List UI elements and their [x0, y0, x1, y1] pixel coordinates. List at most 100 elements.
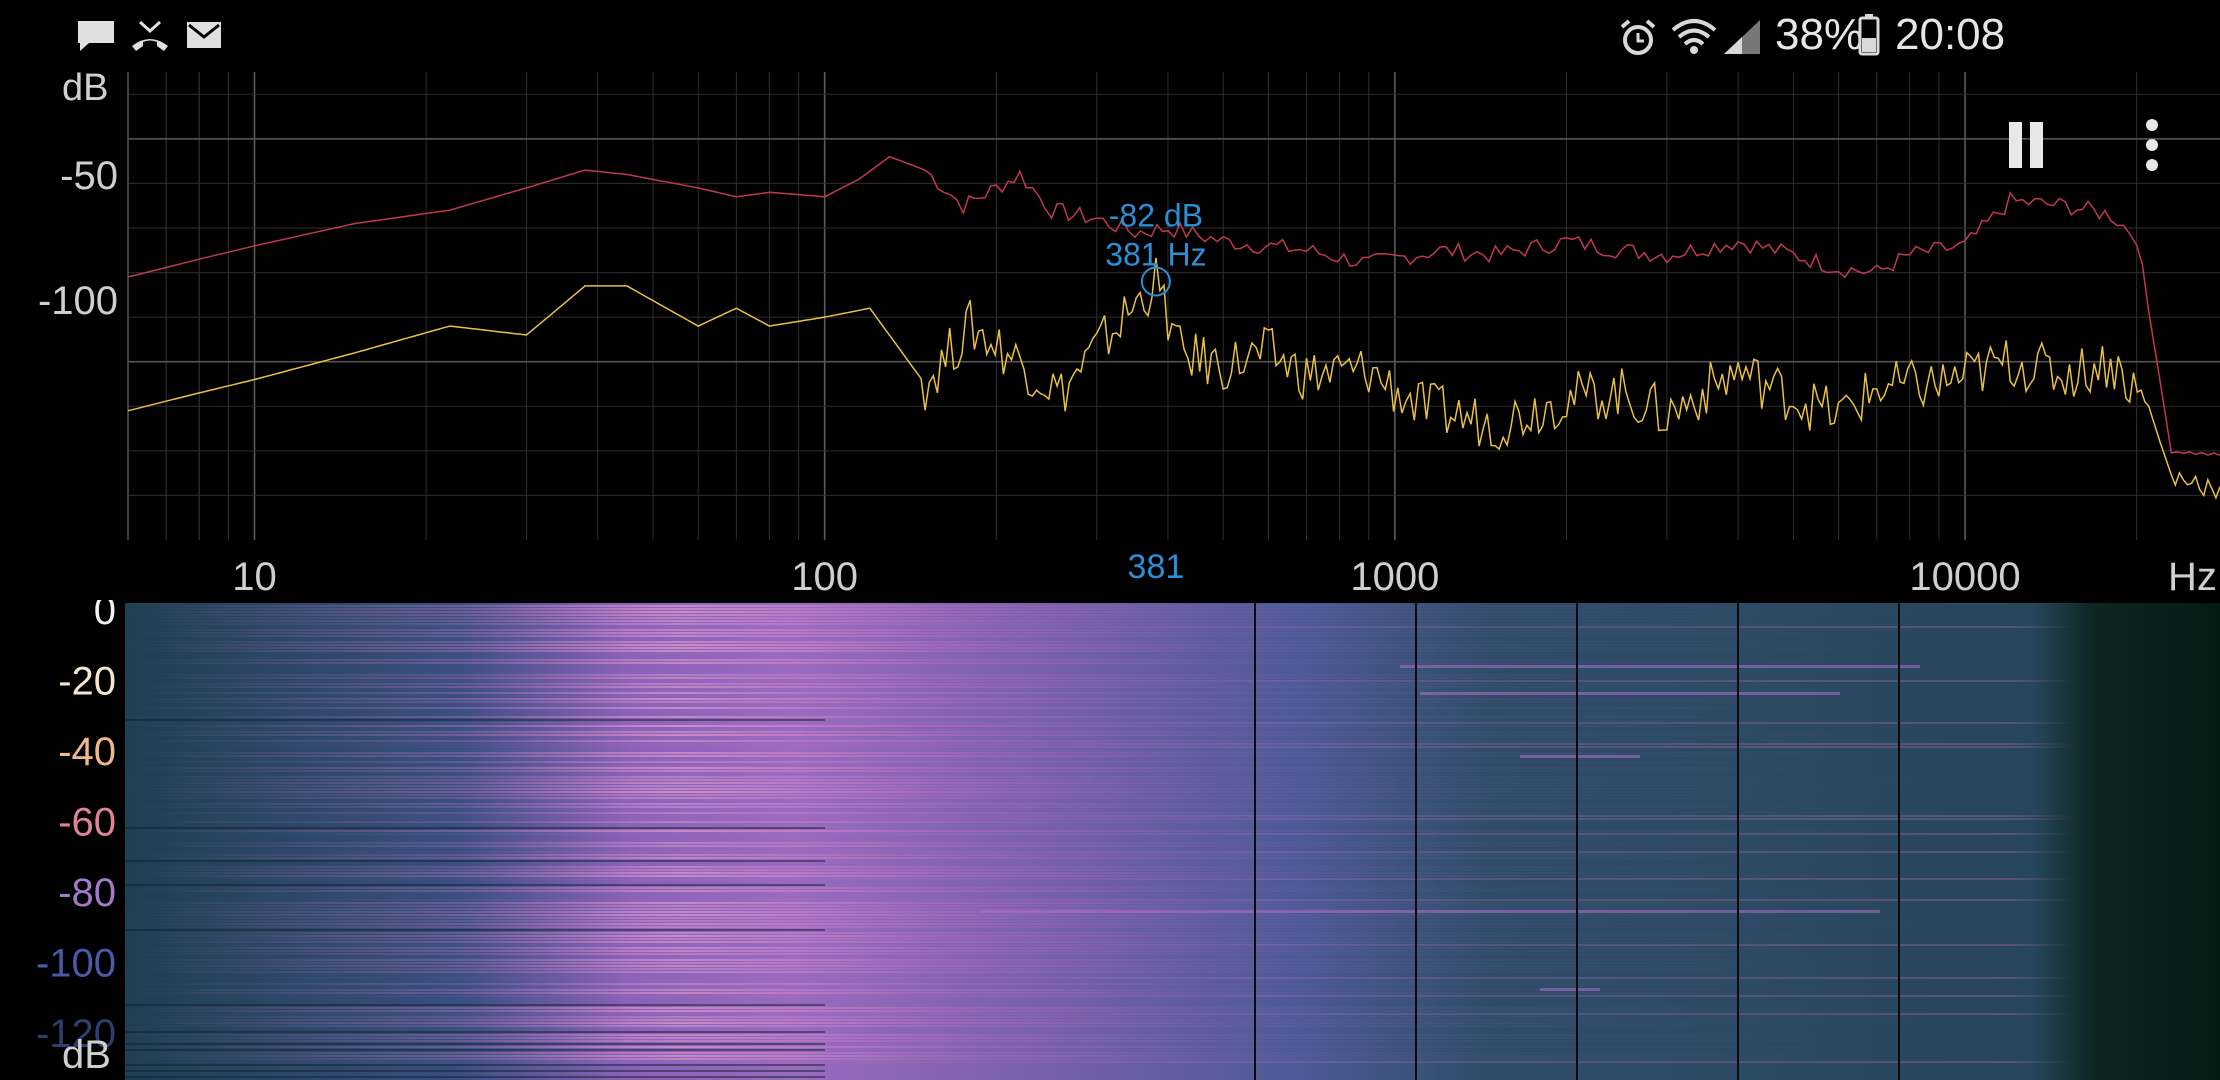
spectrogram-streak	[125, 785, 1965, 787]
spectrogram-streak	[125, 965, 1965, 967]
spectrogram-streak	[125, 716, 1965, 718]
spectrogram-streak	[125, 908, 1965, 910]
cursor-db-label: -82 dB	[1109, 197, 1203, 233]
clock: 20:08	[1895, 10, 2006, 59]
spectrogram-streak	[125, 920, 1965, 922]
spectrogram-streak	[125, 647, 1965, 649]
spectrogram-streak	[125, 845, 1965, 847]
spectrogram-streak	[125, 680, 2220, 682]
spectrogram-streak	[125, 782, 1965, 784]
spectrogram-streak	[125, 725, 1965, 727]
spectrogram-streak	[125, 734, 1965, 736]
spectrogram-streak	[125, 722, 2220, 724]
email-icon	[187, 22, 221, 48]
spectrogram-streak	[125, 947, 1965, 949]
more-options-button[interactable]	[2140, 115, 2166, 175]
spectrogram-streak	[125, 941, 1965, 943]
spectrogram-streak	[125, 614, 1965, 616]
spectrum-chart[interactable]: dB -50 -100 10 100 1000 10000 Hz -82 dB …	[0, 70, 2220, 600]
spectrogram-streak	[125, 866, 1965, 868]
alarm-icon	[1620, 19, 1656, 55]
spectrogram-streak	[125, 860, 825, 862]
missed-call-icon	[132, 20, 168, 51]
spectrogram-streak	[125, 971, 1965, 973]
spectrogram-streak	[125, 611, 1965, 613]
spectrogram-streak	[125, 821, 1965, 823]
spectrogram-streak	[125, 662, 1965, 664]
spectrogram-streak	[125, 830, 1965, 832]
spectrogram-streak	[125, 917, 1965, 919]
spectrogram-streak	[125, 1034, 1965, 1036]
spectrogram-streak	[125, 869, 1965, 871]
spectrogram-streak	[125, 953, 1965, 955]
spectrogram-streak	[125, 1019, 1965, 1021]
grid	[127, 72, 2220, 540]
spectrogram-streak	[125, 1022, 1965, 1024]
spectrogram-streak	[125, 842, 1965, 844]
x-tick-label: 1000	[1350, 555, 1439, 599]
spectrogram-streak	[125, 1070, 825, 1072]
spectrogram-streak	[125, 761, 1965, 763]
spectrogram-streak	[125, 770, 1965, 772]
spectrogram-streak	[125, 677, 1965, 679]
spectrogram-streak	[125, 905, 1965, 907]
spectrogram-streak	[125, 899, 2220, 901]
spectrogram-streak	[125, 620, 1965, 622]
x-tick-label: 10	[232, 555, 277, 599]
spectrogram-streak	[125, 875, 1965, 877]
spectrogram-streak	[125, 686, 1965, 688]
spectrogram-streak	[125, 977, 2220, 979]
spectrogram-tick-label: -40	[58, 730, 116, 774]
spectrogram-streak	[125, 938, 1965, 940]
spectrogram-streak	[125, 929, 825, 931]
spectrogram-streak	[125, 983, 1965, 985]
y-axis-unit: dB	[62, 70, 108, 109]
spectrogram-streak	[125, 1058, 1965, 1060]
spectrogram-streak	[125, 776, 1965, 778]
wifi-icon	[1671, 19, 1717, 54]
spectrogram-streak	[125, 923, 1965, 925]
spectrogram-streak	[125, 833, 2220, 835]
spectrogram-streak	[125, 884, 825, 886]
x-axis-unit: Hz	[2168, 555, 2217, 599]
spectrogram-streak	[125, 1043, 825, 1045]
spectrogram-tick-label: -100	[36, 942, 116, 986]
message-icon	[78, 21, 114, 51]
cursor-marker[interactable]: -82 dB 381 Hz 381	[1105, 197, 1206, 586]
y-tick-label: -50	[60, 154, 118, 198]
spectrogram-streak	[125, 608, 1965, 610]
spectrogram-streak	[125, 1040, 1965, 1042]
spectrogram-streak	[125, 926, 1965, 928]
pause-button[interactable]	[2005, 122, 2047, 168]
spectrogram-streak	[125, 827, 825, 829]
spectrogram-band	[980, 910, 1880, 913]
spectrogram-streak	[125, 659, 1965, 661]
spectrogram-streak	[125, 794, 1965, 796]
spectrogram-streak	[125, 992, 1965, 994]
spectrogram-streak	[125, 803, 1965, 805]
spectrogram-streak	[125, 890, 1965, 892]
spectrogram-streak	[125, 1046, 1965, 1048]
more-vert-icon	[2146, 119, 2158, 131]
spectrogram-streak	[125, 1016, 1965, 1018]
spectrogram-streak	[125, 1031, 825, 1033]
battery-icon	[1858, 14, 1880, 56]
more-vert-icon-dot	[2146, 139, 2158, 151]
spectrogram-streak	[125, 950, 1965, 952]
spectrogram-streak	[125, 1025, 1965, 1027]
live-spectrum-trace	[127, 257, 2220, 500]
spectrogram[interactable]: 0-20-40-60-80-100-120 dB	[0, 600, 2220, 1080]
spectrogram-tick-label: -60	[58, 801, 116, 845]
spectrogram-streak	[125, 989, 1965, 991]
spectrogram-streak	[125, 878, 2220, 880]
spectrogram-band	[1540, 988, 1600, 991]
spectrogram-streak	[125, 872, 1965, 874]
spectrogram-streak	[125, 623, 1965, 625]
spectrogram-streak	[125, 902, 1965, 904]
spectrogram-streak	[125, 815, 2220, 817]
pause-icon	[2009, 122, 2022, 168]
spectrogram-streak	[125, 731, 1965, 733]
status-bar: 38% 20:08	[0, 0, 2220, 70]
signal-icon	[1724, 20, 1760, 54]
spectrogram-streak	[125, 683, 1965, 685]
